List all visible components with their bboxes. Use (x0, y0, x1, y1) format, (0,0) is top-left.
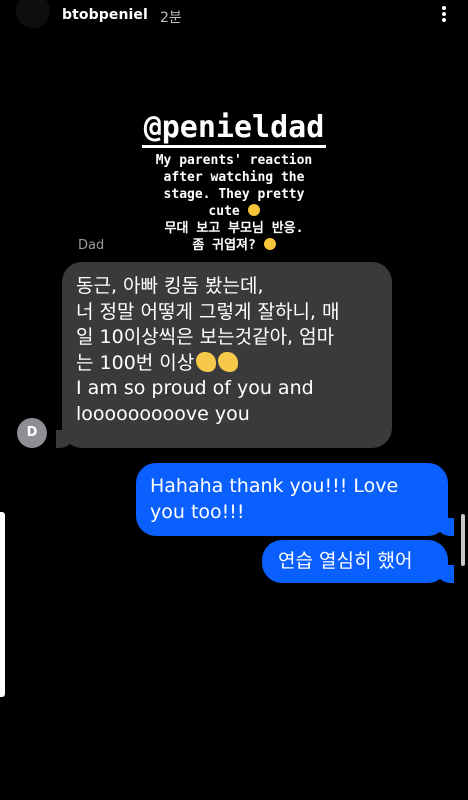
sent-message-bubble: 연습 열심히 했어 (262, 540, 460, 583)
vertical-ellipsis-icon[interactable] (438, 4, 450, 26)
caption-line: My parents' reaction (155, 153, 313, 168)
caption-line: 무대 보고 부모님 반응. (164, 221, 304, 236)
message-line: 너 정말 어떻게 그렇게 잘하니, 매 (76, 300, 340, 323)
received-message-bubble: 동근, 아빠 킹돔 봤는데, 너 정말 어떻게 그렇게 잘하니, 매 일 10이… (50, 262, 392, 448)
clapping-hands-icon (218, 351, 239, 372)
scroll-edge-indicator (0, 512, 5, 697)
mention-text: @penieldad (141, 108, 327, 148)
caption-line: 좀 귀엽져? (0, 237, 468, 254)
post-time: 2분 (160, 10, 182, 26)
profile-avatar[interactable] (16, 0, 50, 28)
story-caption: My parents' reaction after watching the … (0, 152, 468, 254)
sender-name: Dad (78, 238, 105, 253)
message-line: looooooooove you (76, 402, 250, 425)
caption-line: stage. They pretty (163, 187, 305, 202)
clapping-hands-icon (196, 351, 217, 372)
message-line: I am so proud of you and (76, 377, 314, 399)
smiling-face-emoji-icon (263, 238, 276, 250)
story-header: btobpeniel 2분 (0, 0, 468, 34)
smiling-face-emoji-icon (247, 204, 260, 216)
caption-line: cute (0, 203, 468, 220)
caption-line-text: 좀 귀엽져? (192, 238, 256, 253)
username[interactable]: btobpeniel (62, 7, 148, 23)
caption-line: after watching the (163, 170, 305, 185)
message-line: 동근, 아빠 킹돔 봤는데, (76, 275, 264, 297)
scrollbar[interactable] (461, 514, 465, 566)
sent-message-bubble: Hahaha thank you!!! Love you too!!! (136, 463, 460, 536)
caption-line-text: cute (208, 204, 240, 219)
contact-avatar: D (17, 418, 47, 448)
message-line: 일 10이상씩은 보는것같아, 엄마 (76, 326, 335, 348)
bubble-tail (436, 518, 454, 536)
bubble-tail (436, 565, 454, 583)
mention-sticker[interactable]: @penieldad (0, 108, 468, 148)
bubble-tail (56, 430, 74, 448)
message-line-text: 는 100번 이상 (76, 351, 195, 374)
message-line: 는 100번 이상 (76, 351, 380, 377)
sent-message-text: Hahaha thank you!!! Love you too!!! (150, 475, 399, 523)
sent-message-text: 연습 열심히 했어 (278, 550, 413, 572)
